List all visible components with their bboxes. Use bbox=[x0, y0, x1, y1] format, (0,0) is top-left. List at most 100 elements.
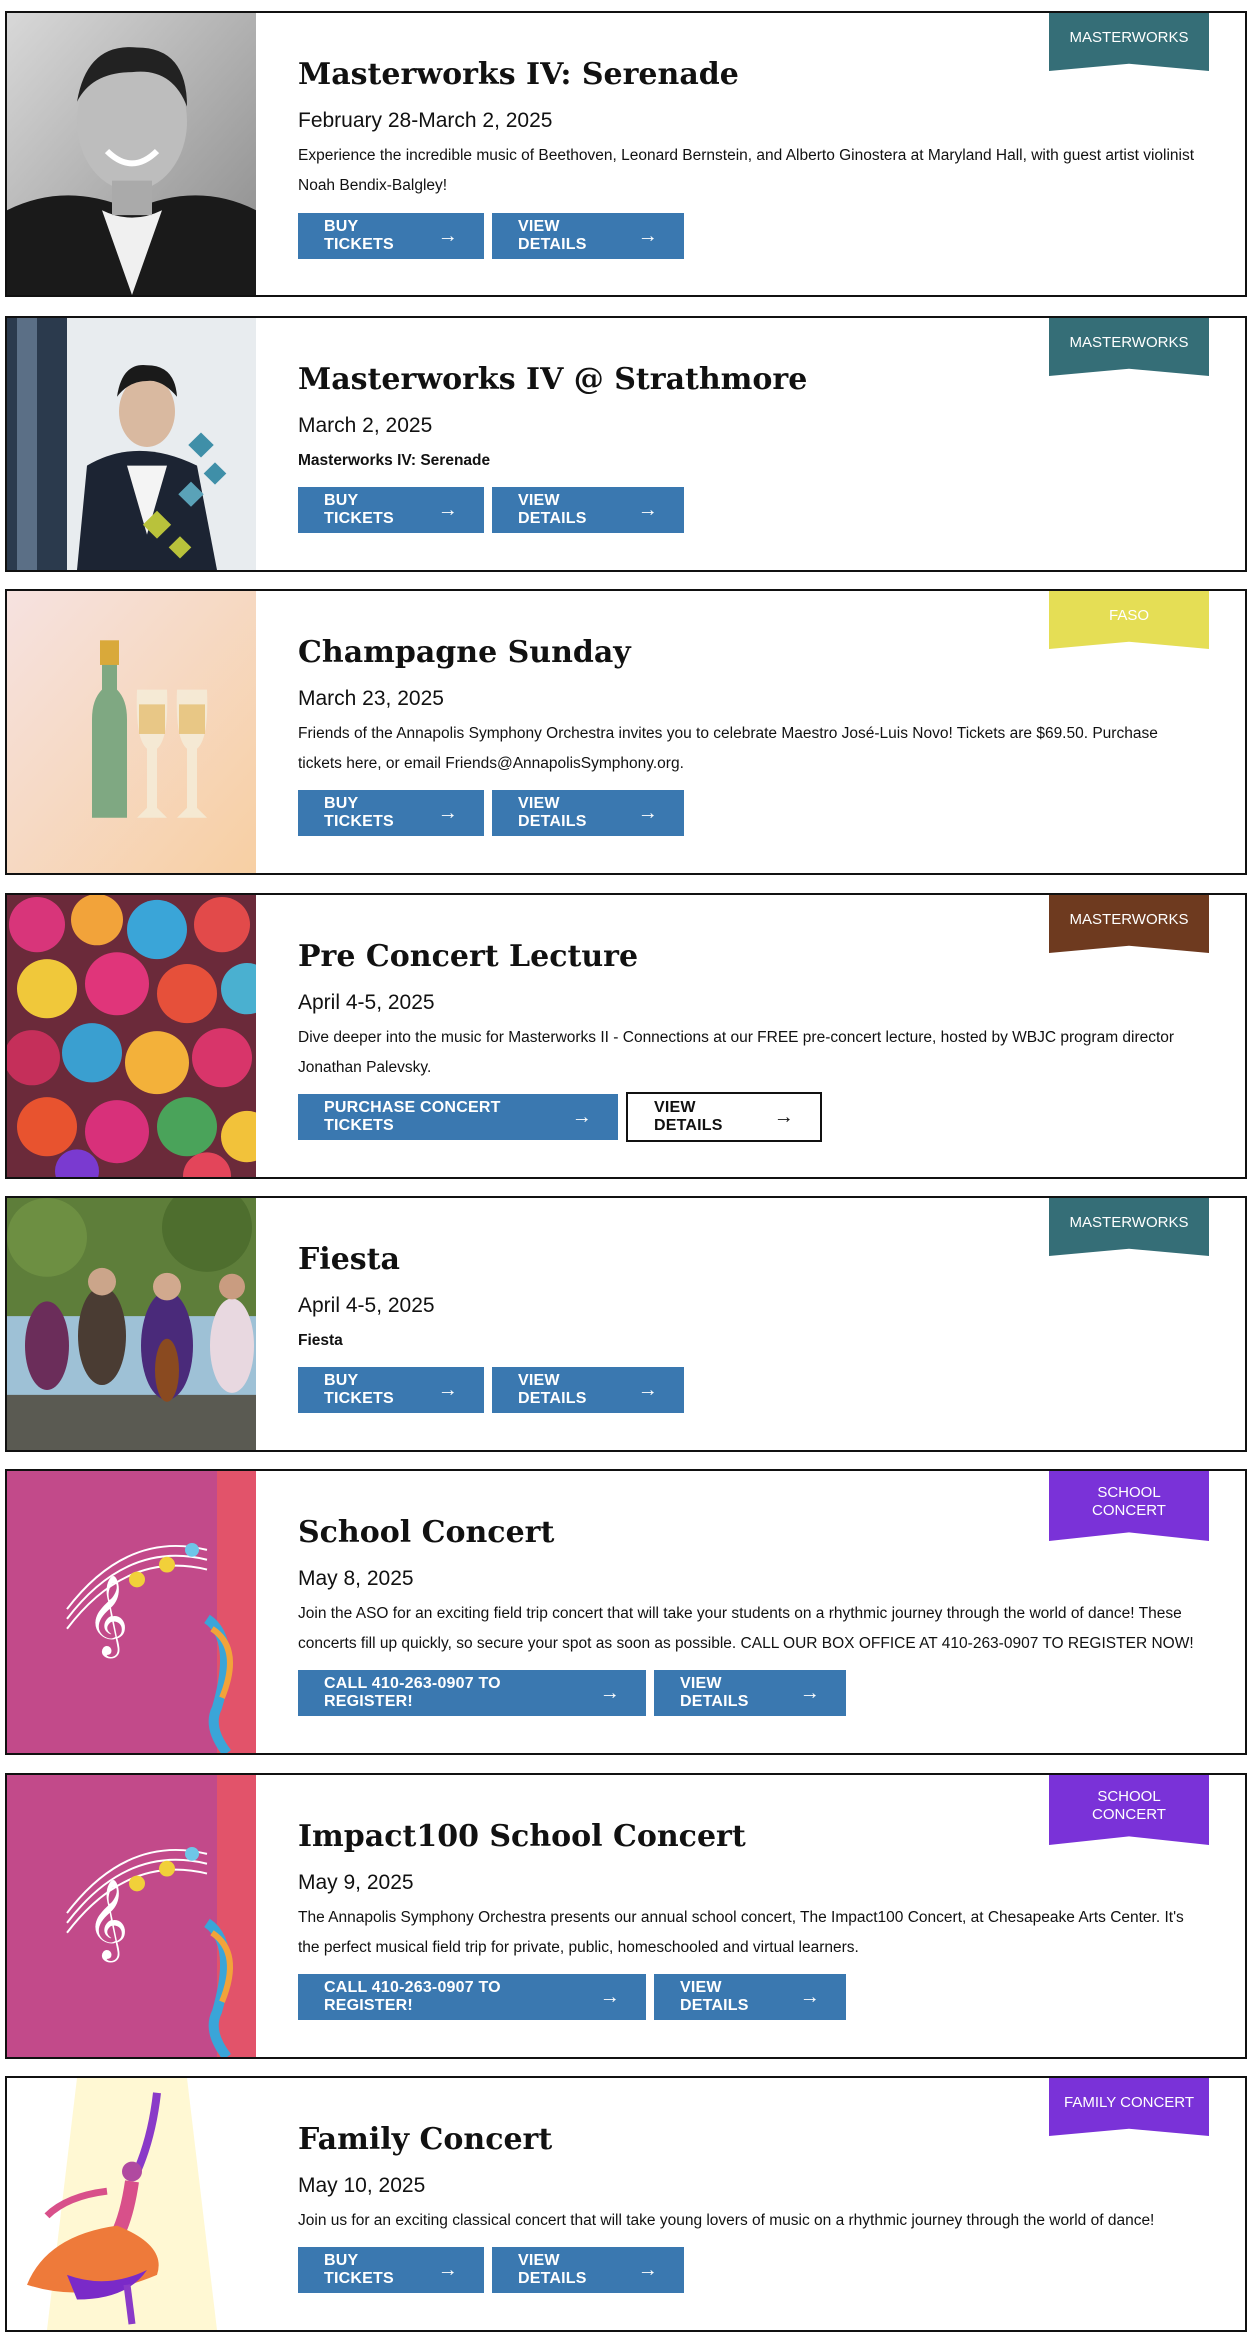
event-card: MASTERWORKS Pre Concert Lecture April 4-… bbox=[5, 893, 1247, 1179]
event-thumbnail[interactable] bbox=[7, 1198, 256, 1450]
arrow-right-icon: → bbox=[437, 498, 458, 521]
arrow-right-icon: → bbox=[437, 1378, 458, 1401]
badge-label: CONCERT bbox=[1092, 1502, 1166, 1519]
buy-tickets-button[interactable]: BUY TICKETS → bbox=[298, 487, 484, 533]
event-description: Fiesta bbox=[298, 1332, 343, 1349]
buy-tickets-button[interactable]: BUY TICKETS → bbox=[298, 1367, 484, 1413]
portrait-image bbox=[7, 13, 256, 295]
badge-label: SCHOOL bbox=[1097, 1788, 1161, 1805]
dancer-image bbox=[7, 2078, 256, 2330]
event-title[interactable]: Family Concert bbox=[298, 2122, 552, 2158]
event-description: Join the ASO for an exciting field trip … bbox=[298, 1605, 1194, 1652]
event-description: Join us for an exciting classical concer… bbox=[298, 2212, 1155, 2229]
button-group: CALL 410-263-0907 TO REGISTER! → VIEW DET… bbox=[298, 1670, 846, 1716]
event-thumbnail[interactable]: 𝄞 bbox=[7, 1471, 256, 1753]
button-group: CALL 410-263-0907 TO REGISTER! → VIEW DET… bbox=[298, 1974, 846, 2020]
arrow-right-icon: → bbox=[799, 1985, 820, 2008]
event-title[interactable]: Impact100 School Concert bbox=[298, 1819, 746, 1855]
event-card: 𝄞 SCHOOL CONCERT Impact100 School Concer… bbox=[5, 1773, 1247, 2059]
event-description: Experience the incredible music of Beeth… bbox=[298, 147, 1195, 194]
badge-label: CONCERT bbox=[1092, 1806, 1166, 1823]
event-card: MASTERWORKS Fiesta April 4-5, 2025 Fiest… bbox=[5, 1196, 1247, 1452]
arrow-right-icon: → bbox=[773, 1105, 794, 1128]
event-thumbnail[interactable]: 𝄞 bbox=[7, 1775, 256, 2057]
event-date: May 9, 2025 bbox=[298, 1871, 414, 1894]
event-thumbnail[interactable] bbox=[7, 318, 256, 570]
view-details-button[interactable]: VIEW DETAILS → bbox=[654, 1974, 846, 2020]
event-description: Friends of the Annapolis Symphony Orches… bbox=[298, 725, 1158, 772]
arrow-right-icon: → bbox=[571, 1105, 592, 1128]
category-badge: MASTERWORKS bbox=[1049, 318, 1209, 376]
event-thumbnail[interactable] bbox=[7, 895, 256, 1177]
arrow-right-icon: → bbox=[637, 801, 658, 824]
champagne-image bbox=[7, 591, 256, 873]
category-badge: MASTERWORKS bbox=[1049, 13, 1209, 71]
musicians-image bbox=[7, 1198, 256, 1450]
view-details-button[interactable]: VIEW DETAILS → bbox=[492, 213, 684, 259]
flowers-image bbox=[7, 895, 256, 1177]
event-thumbnail[interactable] bbox=[7, 13, 256, 295]
arrow-right-icon: → bbox=[437, 2258, 458, 2281]
category-badge: MASTERWORKS bbox=[1049, 895, 1209, 953]
arrow-right-icon: → bbox=[637, 2258, 658, 2281]
portrait-image bbox=[7, 318, 256, 570]
button-group: BUY TICKETS → VIEW DETAILS → bbox=[298, 1367, 684, 1413]
event-description: Dive deeper into the music for Masterwor… bbox=[298, 1029, 1175, 1076]
event-card: MASTERWORKS Masterworks IV @ Strathmore … bbox=[5, 316, 1247, 572]
arrow-right-icon: → bbox=[799, 1681, 820, 1704]
category-badge: FASO bbox=[1049, 591, 1209, 649]
event-date: May 10, 2025 bbox=[298, 2174, 426, 2197]
event-date: February 28-March 2, 2025 bbox=[298, 109, 553, 132]
badge-label: FAMILY CONCERT bbox=[1063, 2094, 1195, 2111]
call-to-register-button[interactable]: CALL 410-263-0907 TO REGISTER! → bbox=[298, 1670, 646, 1716]
arrow-right-icon: → bbox=[437, 801, 458, 824]
button-group: BUY TICKETS → VIEW DETAILS → bbox=[298, 2247, 684, 2293]
arrow-right-icon: → bbox=[637, 1378, 658, 1401]
badge-label: SCHOOL bbox=[1097, 1484, 1161, 1501]
event-thumbnail[interactable] bbox=[7, 591, 256, 873]
category-badge: FAMILY CONCERT bbox=[1049, 2078, 1209, 2136]
view-details-button[interactable]: VIEW DETAILS → bbox=[654, 1670, 846, 1716]
svg-text:𝄞: 𝄞 bbox=[87, 1879, 128, 1962]
call-to-register-button[interactable]: CALL 410-263-0907 TO REGISTER! → bbox=[298, 1974, 646, 2020]
badge-label: FASO bbox=[1108, 607, 1149, 624]
buy-tickets-button[interactable]: BUY TICKETS → bbox=[298, 790, 484, 836]
view-details-button[interactable]: VIEW DETAILS → bbox=[492, 2247, 684, 2293]
event-title[interactable]: Champagne Sunday bbox=[298, 635, 631, 671]
event-title[interactable]: Masterworks IV: Serenade bbox=[298, 57, 739, 93]
event-date: May 8, 2025 bbox=[298, 1567, 414, 1590]
button-group: PURCHASE CONCERT TICKETS → VIEW DETAILS → bbox=[298, 1092, 822, 1142]
arrow-right-icon: → bbox=[599, 1681, 620, 1704]
arrow-right-icon: → bbox=[599, 1985, 620, 2008]
view-details-button[interactable]: VIEW DETAILS → bbox=[626, 1092, 822, 1142]
event-card: 𝄞 SCHOOL CONCERT School Concert May 8, 2… bbox=[5, 1469, 1247, 1755]
event-card: FASO Champagne Sunday March 23, 2025 Fri… bbox=[5, 589, 1247, 875]
event-card: MASTERWORKS Masterworks IV: Serenade Feb… bbox=[5, 11, 1247, 297]
event-date: April 4-5, 2025 bbox=[298, 1294, 435, 1317]
event-thumbnail[interactable] bbox=[7, 2078, 256, 2330]
badge-label: MASTERWORKS bbox=[1069, 911, 1189, 928]
button-group: BUY TICKETS → VIEW DETAILS → bbox=[298, 790, 684, 836]
view-details-button[interactable]: VIEW DETAILS → bbox=[492, 790, 684, 836]
category-badge: SCHOOL CONCERT bbox=[1049, 1471, 1209, 1541]
button-group: BUY TICKETS → VIEW DETAILS → bbox=[298, 213, 684, 259]
view-details-button[interactable]: VIEW DETAILS → bbox=[492, 487, 684, 533]
buy-tickets-button[interactable]: BUY TICKETS → bbox=[298, 213, 484, 259]
event-date: April 4-5, 2025 bbox=[298, 991, 435, 1014]
svg-text:𝄞: 𝄞 bbox=[87, 1575, 128, 1658]
arrow-right-icon: → bbox=[637, 498, 658, 521]
event-title[interactable]: Masterworks IV @ Strathmore bbox=[298, 362, 807, 398]
event-date: March 23, 2025 bbox=[298, 687, 444, 710]
event-title[interactable]: School Concert bbox=[298, 1515, 554, 1551]
category-badge: SCHOOL CONCERT bbox=[1049, 1775, 1209, 1845]
badge-label: MASTERWORKS bbox=[1069, 1214, 1189, 1231]
view-details-button[interactable]: VIEW DETAILS → bbox=[492, 1367, 684, 1413]
event-title[interactable]: Pre Concert Lecture bbox=[298, 939, 638, 975]
buy-tickets-button[interactable]: BUY TICKETS → bbox=[298, 2247, 484, 2293]
button-group: BUY TICKETS → VIEW DETAILS → bbox=[298, 487, 684, 533]
purchase-concert-tickets-button[interactable]: PURCHASE CONCERT TICKETS → bbox=[298, 1094, 618, 1140]
badge-label: MASTERWORKS bbox=[1069, 29, 1189, 46]
arrow-right-icon: → bbox=[637, 224, 658, 247]
music-notes-image: 𝄞 bbox=[7, 1471, 256, 1753]
event-title[interactable]: Fiesta bbox=[298, 1242, 400, 1278]
